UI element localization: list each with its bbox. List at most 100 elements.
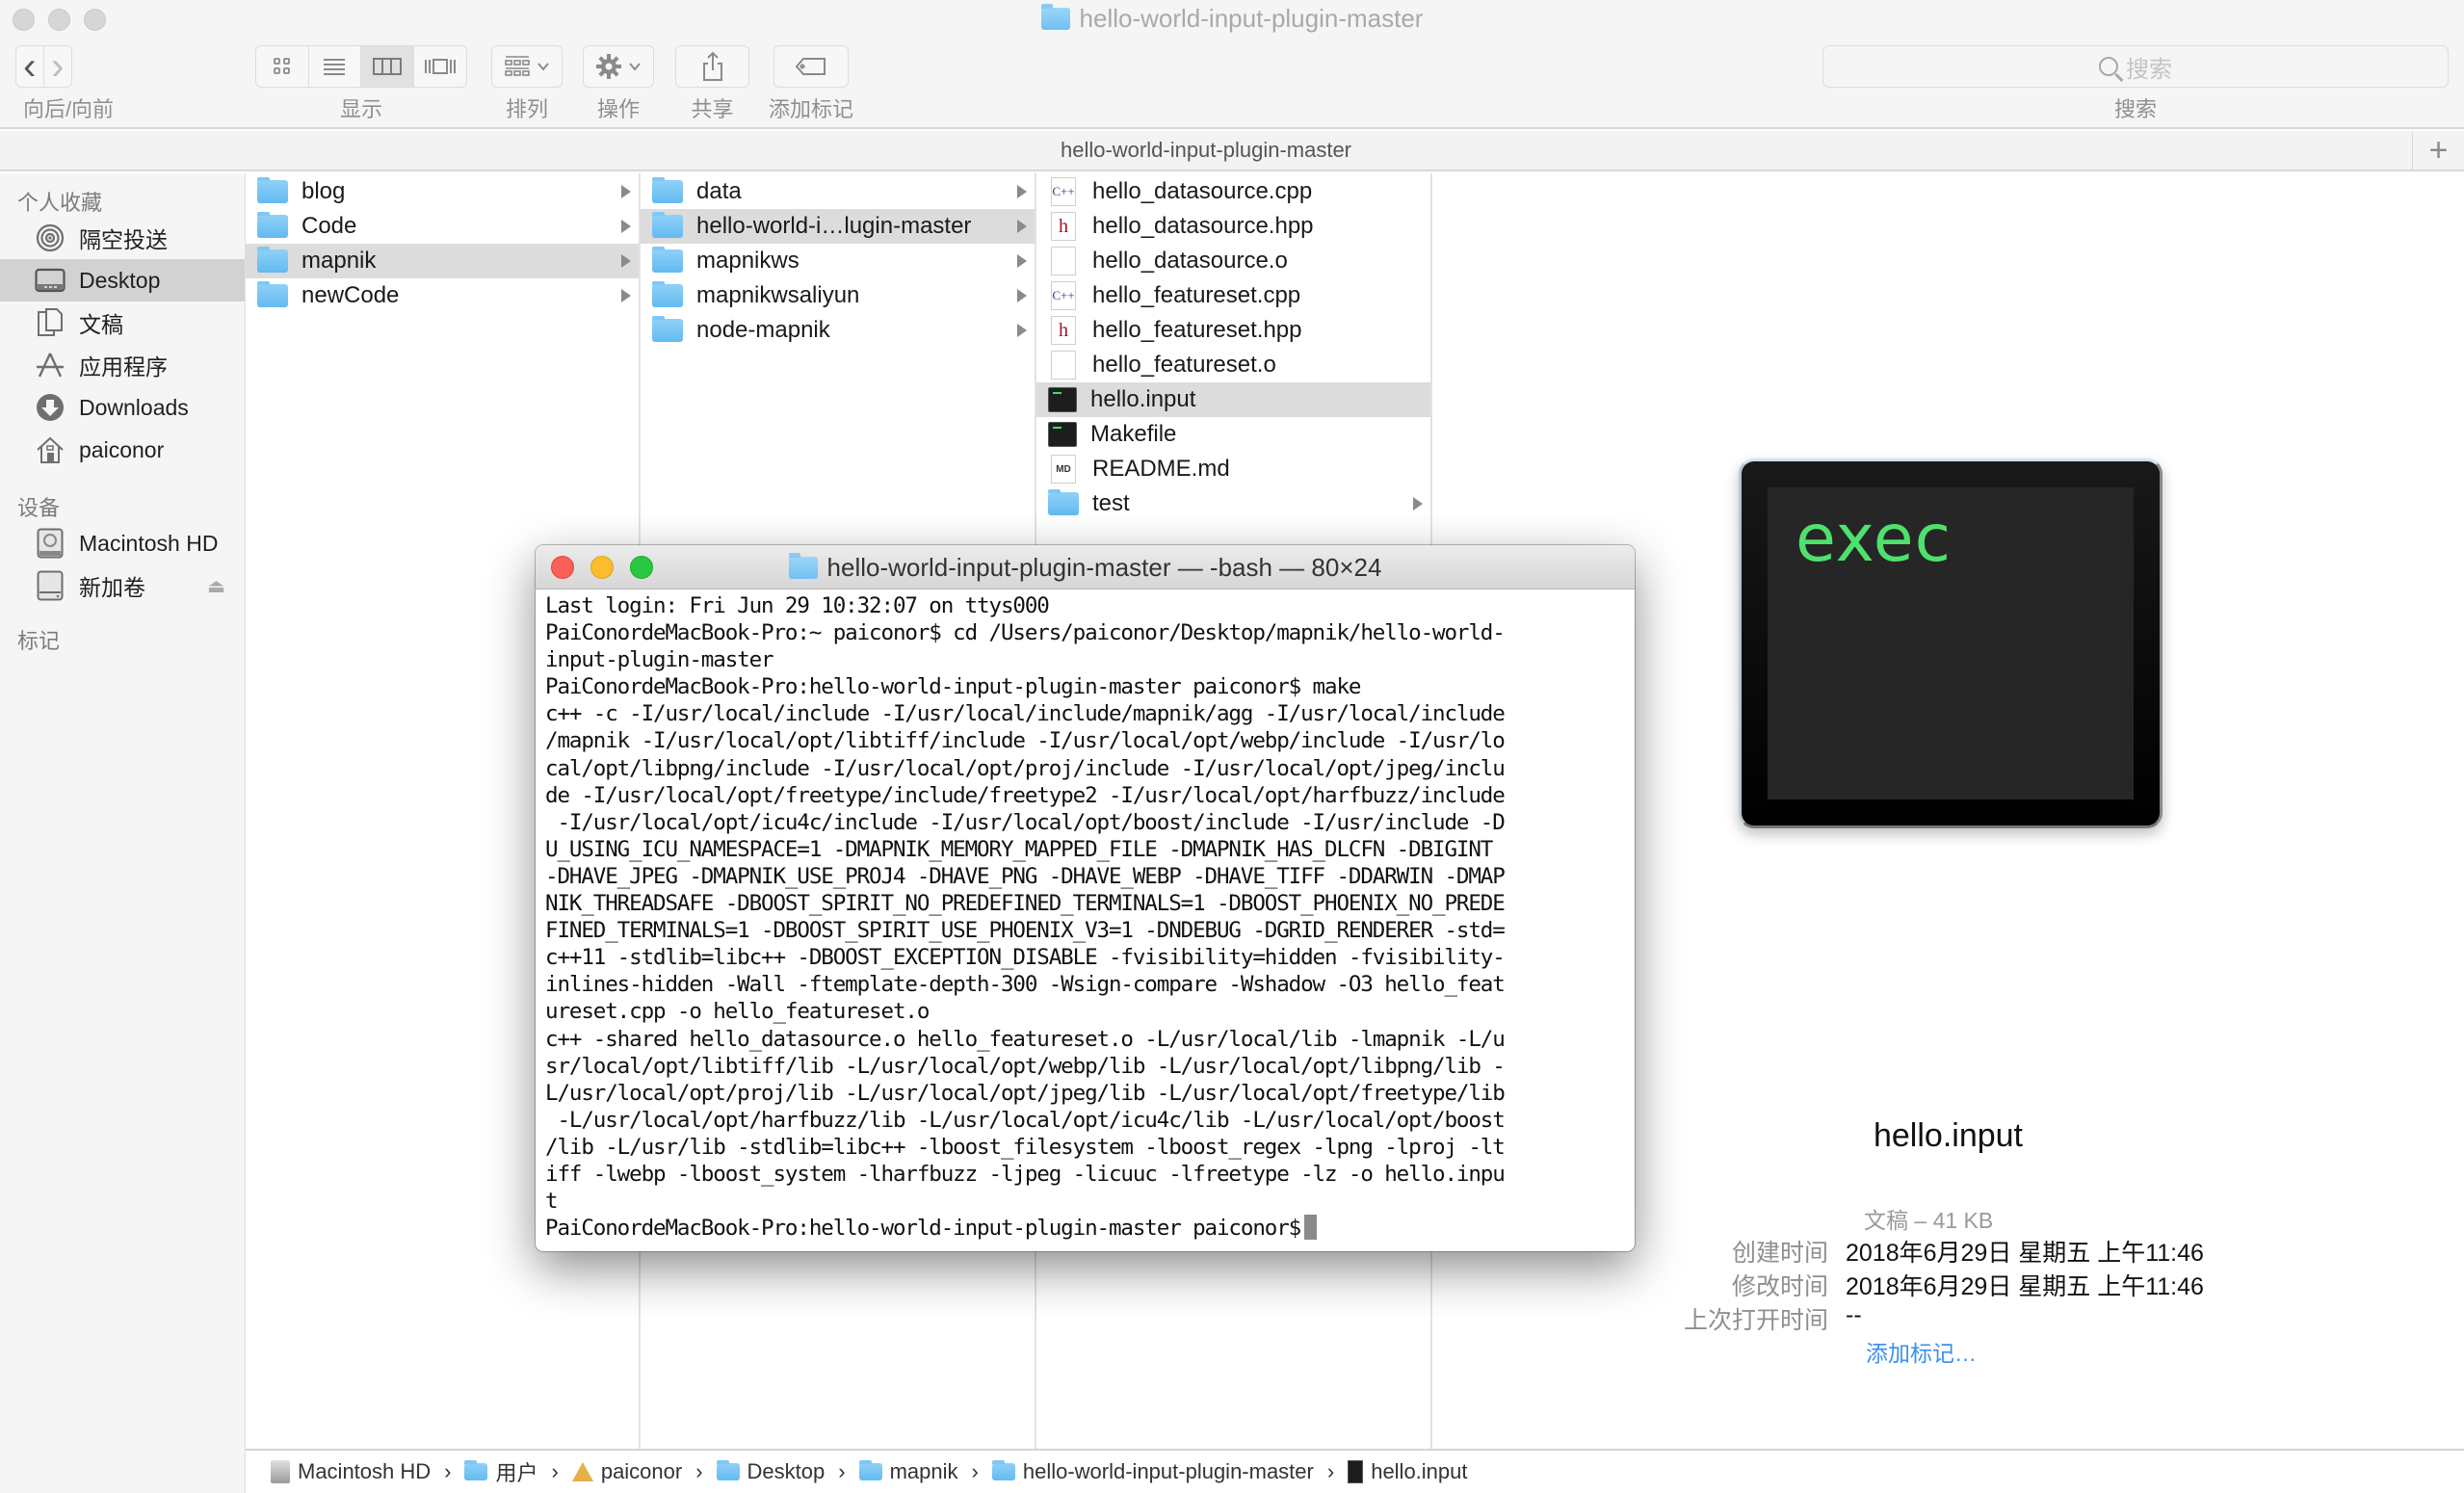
disclosure-arrow-icon bbox=[621, 220, 631, 233]
crumb-label: hello-world-input-plugin-master bbox=[1022, 1459, 1314, 1483]
path-crumb[interactable]: Macintosh HD bbox=[271, 1459, 431, 1484]
sidebar-item-macintosh-hd[interactable]: Macintosh HD bbox=[0, 522, 245, 564]
list-item[interactable]: h hello_featureset.hpp bbox=[1036, 313, 1430, 348]
created-key: 创建时间 bbox=[1731, 1240, 1828, 1267]
documents-icon bbox=[35, 307, 66, 338]
eject-icon[interactable]: ⏏ bbox=[207, 574, 225, 598]
list-item[interactable]: Code bbox=[246, 209, 639, 244]
list-item[interactable]: hello_datasource.o bbox=[1036, 244, 1430, 278]
list-item[interactable]: C++ hello_featureset.cpp bbox=[1036, 278, 1430, 313]
folder-icon bbox=[652, 177, 683, 203]
path-crumb[interactable]: hello.input bbox=[1348, 1459, 1468, 1484]
hard-drive-icon bbox=[271, 1460, 290, 1483]
chevron-right-icon: › bbox=[51, 45, 65, 88]
terminal-line: L/usr/local/opt/proj/lib -L/usr/local/op… bbox=[545, 1080, 1506, 1106]
path-crumb[interactable]: paiconor bbox=[571, 1459, 682, 1484]
list-item[interactable]: C++ hello_datasource.cpp bbox=[1036, 174, 1430, 209]
sidebar-item-downloads[interactable]: Downloads bbox=[0, 386, 245, 429]
crumb-label: 用户 bbox=[495, 1461, 538, 1485]
window-title: hello-world-input-plugin-master bbox=[0, 4, 2464, 34]
path-crumb[interactable]: Desktop bbox=[716, 1459, 825, 1484]
coverflow-view-button[interactable] bbox=[414, 46, 467, 87]
add-tags-link[interactable]: 添加标记… bbox=[1866, 1335, 1977, 1368]
terminal-title-text: hello-world-input-plugin-master — -bash … bbox=[826, 553, 1382, 582]
last-opened-value: -- bbox=[1846, 1301, 1862, 1328]
back-button[interactable]: ‹ bbox=[16, 46, 44, 87]
path-crumb[interactable]: 用户 bbox=[464, 1456, 538, 1487]
crumb-label: hello.input bbox=[1371, 1459, 1468, 1483]
terminal-output[interactable]: Last login: Fri Jun 29 10:32:07 on ttys0… bbox=[536, 589, 1635, 1242]
forward-button[interactable]: › bbox=[44, 46, 71, 87]
folder-icon bbox=[464, 1460, 488, 1480]
home-icon bbox=[35, 434, 66, 465]
plus-icon: + bbox=[2428, 131, 2449, 169]
preview-modified-row: 修改时间 2018年6月29日 星期五 上午11:46 bbox=[1638, 1268, 2215, 1302]
sidebar-item-home[interactable]: paiconor bbox=[0, 429, 245, 471]
list-item[interactable]: mapnikws bbox=[641, 244, 1035, 278]
share-button[interactable] bbox=[675, 45, 749, 88]
path-crumb[interactable]: hello-world-input-plugin-master bbox=[991, 1459, 1314, 1484]
action-label: 操作 bbox=[596, 97, 640, 121]
list-item[interactable]: blog bbox=[246, 174, 639, 209]
downloads-icon bbox=[35, 392, 66, 423]
header-file-icon: h bbox=[1051, 316, 1076, 345]
item-name: hello_datasource.o bbox=[1092, 248, 1288, 274]
crumb-label: Macintosh HD bbox=[298, 1459, 432, 1483]
disclosure-arrow-icon bbox=[1413, 497, 1423, 511]
terminal-title: hello-world-input-plugin-master — -bash … bbox=[536, 553, 1635, 583]
add-tag-button[interactable] bbox=[773, 45, 849, 88]
tab-current[interactable]: hello-world-input-plugin-master bbox=[0, 138, 2412, 163]
arrange-button[interactable] bbox=[491, 45, 563, 88]
disclosure-arrow-icon bbox=[621, 254, 631, 268]
item-name: newCode bbox=[301, 282, 400, 308]
search-input[interactable]: 搜索 bbox=[1822, 45, 2449, 88]
item-name: Makefile bbox=[1090, 421, 1177, 447]
list-item[interactable]: Makefile bbox=[1036, 417, 1430, 452]
disclosure-arrow-icon bbox=[1017, 324, 1027, 337]
coverflow-icon bbox=[424, 59, 456, 74]
new-tab-button[interactable]: + bbox=[2412, 131, 2464, 170]
sidebar-item-airdrop[interactable]: 隔空投送 bbox=[0, 217, 245, 259]
terminal-line: PaiConordeMacBook-Pro:~ paiconor$ cd /Us… bbox=[545, 620, 1506, 646]
sidebar-item-desktop[interactable]: Desktop bbox=[0, 259, 245, 301]
tag-icon bbox=[795, 58, 826, 75]
item-name: mapnikws bbox=[696, 248, 799, 274]
terminal-line: FINED_TERMINALS=1 -DBOOST_SPIRIT_USE_PHO… bbox=[545, 918, 1506, 944]
terminal-prompt-line: PaiConordeMacBook-Pro:hello-world-input-… bbox=[545, 1215, 1625, 1242]
folder-icon bbox=[1040, 4, 1070, 30]
terminal-line: inlines-hidden -Wall -ftemplate-depth-30… bbox=[545, 972, 1506, 998]
list-item[interactable]: hello_featureset.o bbox=[1036, 348, 1430, 382]
disclosure-arrow-icon bbox=[1017, 254, 1027, 268]
terminal-line: sr/local/opt/libtiff/lib -L/usr/local/op… bbox=[545, 1053, 1506, 1079]
sidebar-item-label: 应用程序 bbox=[79, 354, 168, 380]
list-item[interactable]: mapnik bbox=[246, 244, 639, 278]
view-label: 显示 bbox=[339, 97, 382, 121]
folder-icon bbox=[788, 553, 818, 579]
disclosure-arrow-icon bbox=[621, 185, 631, 198]
arrange-label: 排列 bbox=[505, 97, 548, 121]
column-view-button[interactable] bbox=[361, 46, 414, 87]
list-item[interactable]: h hello_datasource.hpp bbox=[1036, 209, 1430, 244]
list-item[interactable]: MD README.md bbox=[1036, 452, 1430, 486]
icon-view-button[interactable] bbox=[256, 46, 309, 87]
list-item[interactable]: hello-world-i…lugin-master bbox=[641, 209, 1035, 244]
list-item[interactable]: data bbox=[641, 174, 1035, 209]
modified-key: 修改时间 bbox=[1731, 1273, 1828, 1300]
terminal-window[interactable]: hello-world-input-plugin-master — -bash … bbox=[536, 545, 1635, 1251]
list-item[interactable]: test bbox=[1036, 486, 1430, 521]
executable-file-icon bbox=[1048, 422, 1077, 447]
list-view-button[interactable] bbox=[309, 46, 361, 87]
columns-icon bbox=[372, 58, 402, 75]
path-crumb[interactable]: mapnik bbox=[858, 1459, 958, 1484]
sidebar-item-documents[interactable]: 文稿 bbox=[0, 301, 245, 344]
list-item[interactable]: node-mapnik bbox=[641, 313, 1035, 348]
sidebar-item-new-volume[interactable]: 新加卷 ⏏ bbox=[0, 564, 245, 607]
list-item[interactable]: mapnikwsaliyun bbox=[641, 278, 1035, 313]
list-item[interactable]: hello.input bbox=[1036, 382, 1430, 417]
list-item[interactable]: newCode bbox=[246, 278, 639, 313]
sidebar-item-applications[interactable]: 应用程序 bbox=[0, 344, 245, 386]
preview-kind-size: 文稿 – 41 KB bbox=[1864, 1208, 1994, 1233]
action-button[interactable] bbox=[583, 45, 654, 88]
blank-file-icon bbox=[1051, 351, 1076, 380]
terminal-titlebar[interactable]: hello-world-input-plugin-master — -bash … bbox=[536, 545, 1635, 589]
